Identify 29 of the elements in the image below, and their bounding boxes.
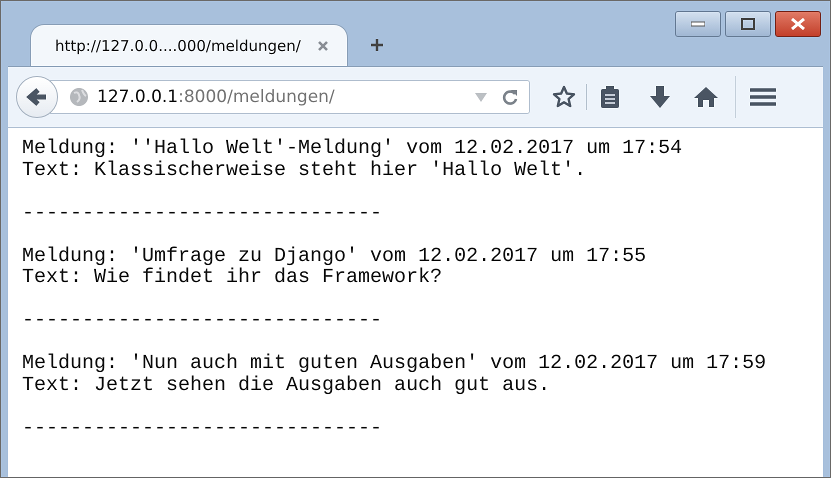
message-header: Meldung: 'Nun auch mit guten Ausgaben' vom 12.02.2017 um 17:59 <box>22 353 768 374</box>
message-text: Text: Jetzt sehen die Ausgaben auch gut aus. <box>22 374 552 396</box>
menu-icon[interactable] <box>750 87 776 107</box>
address-field[interactable]: 127.0.0.1:8000/meldungen/ <box>50 80 530 114</box>
browser-tab[interactable]: http://127.0.0....000/meldungen/ <box>30 24 348 66</box>
message-header: Meldung: ''Hallo Welt'-Meldung' vom 12.02.2017 um 17:54 <box>22 138 684 160</box>
maximize-icon <box>741 18 755 30</box>
message-text: Text: Wie findet ihr das Framework? <box>22 267 444 288</box>
close-icon[interactable] <box>317 40 329 52</box>
download-icon[interactable] <box>649 85 671 109</box>
clipboard-icon[interactable] <box>599 85 621 109</box>
separator-text: ------------------------------ <box>22 418 384 439</box>
message-header: Meldung: 'Umfrage zu Django' vom 12.02.2017 um 17:55 <box>22 246 648 267</box>
back-arrow-icon <box>26 87 48 107</box>
home-icon[interactable] <box>693 86 719 108</box>
close-icon <box>790 18 806 30</box>
new-tab-icon[interactable] <box>370 38 384 52</box>
separator-text: ------------------------------ <box>22 202 384 224</box>
reload-icon[interactable] <box>501 88 519 106</box>
message-text: Text: Klassischerweise steht hier 'Hallo Welt'. <box>22 160 588 181</box>
tab-title: http://127.0.0....000/meldungen/ <box>55 36 301 54</box>
globe-icon <box>69 87 89 107</box>
back-button[interactable] <box>16 76 58 118</box>
separator-text: ------------------------------ <box>22 310 384 332</box>
close-button[interactable] <box>775 11 821 37</box>
minimize-icon <box>691 21 705 27</box>
maximize-button[interactable] <box>725 11 771 37</box>
star-icon[interactable] <box>552 85 576 109</box>
minimize-button[interactable] <box>675 11 721 37</box>
